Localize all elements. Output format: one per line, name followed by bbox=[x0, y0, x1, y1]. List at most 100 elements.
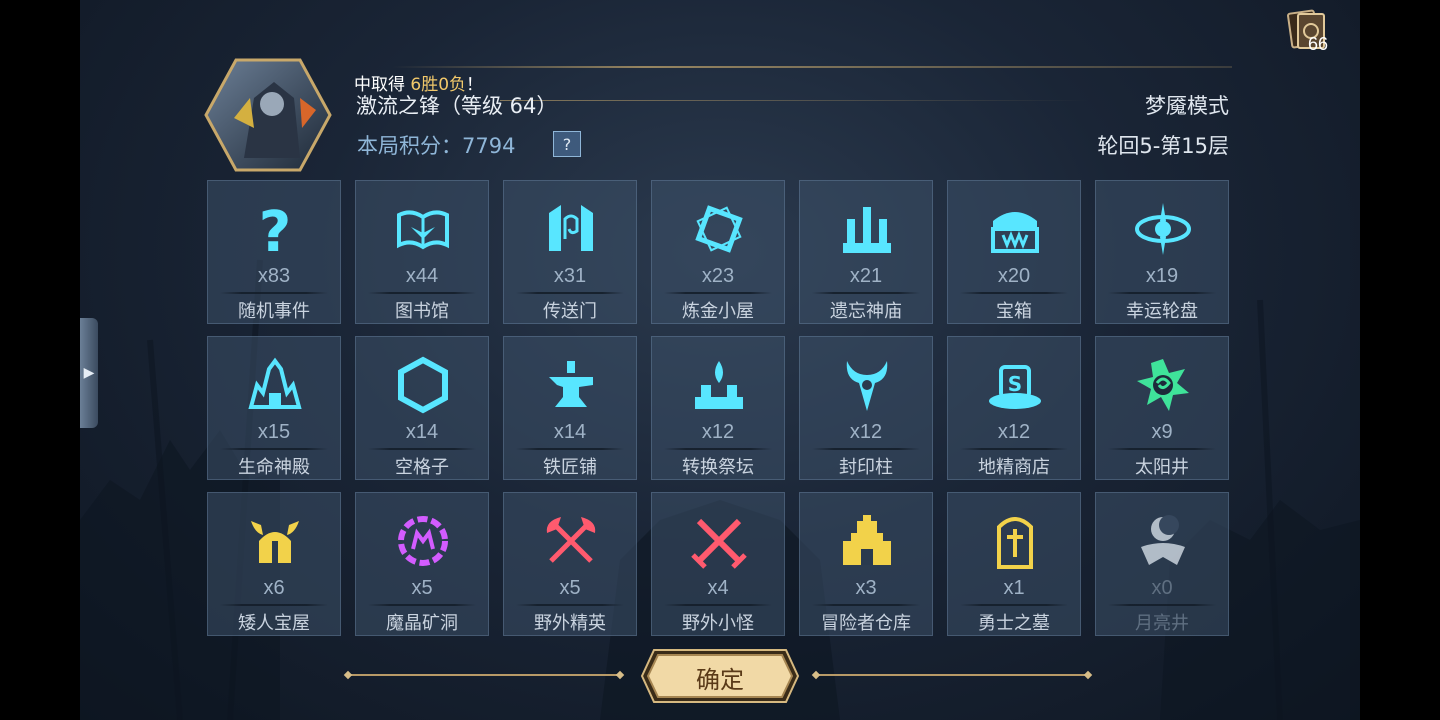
card-divider bbox=[812, 604, 920, 606]
event-card[interactable]: x44 图书馆 bbox=[355, 180, 489, 324]
event-count: x14 bbox=[553, 421, 587, 443]
footer-line-left bbox=[348, 674, 620, 676]
event-label: 空格子 bbox=[395, 457, 449, 478]
card-divider bbox=[368, 448, 476, 450]
hero-portrait[interactable] bbox=[204, 58, 332, 172]
event-stats-grid: ? x83 随机事件 x44 图书馆 x31 传送门 x23 炼金小屋 x21 遗忘神庙 x20 宝箱 x… bbox=[207, 180, 1229, 636]
event-count: x12 bbox=[849, 421, 883, 443]
event-card[interactable]: x4 野外小怪 bbox=[651, 492, 785, 636]
hero-name: 激流之锋（等级 64） bbox=[356, 94, 558, 118]
event-label: 宝箱 bbox=[996, 301, 1032, 322]
event-count: x19 bbox=[1145, 265, 1179, 287]
confirm-label: 确定 bbox=[696, 666, 744, 694]
event-card[interactable]: x1 勇士之墓 bbox=[947, 492, 1081, 636]
event-card[interactable]: x9 太阳井 bbox=[1095, 336, 1229, 480]
card-divider bbox=[368, 604, 476, 606]
sun-well-icon bbox=[1137, 359, 1189, 411]
life-shrine-icon bbox=[248, 357, 302, 409]
event-label: 遗忘神庙 bbox=[830, 301, 902, 322]
event-count: x5 bbox=[411, 577, 433, 599]
event-count: x44 bbox=[405, 265, 439, 287]
event-count: x1 bbox=[1003, 577, 1025, 599]
event-card[interactable]: x12 转换祭坛 bbox=[651, 336, 785, 480]
event-label: 炼金小屋 bbox=[682, 301, 754, 322]
event-label: 魔晶矿洞 bbox=[386, 613, 458, 634]
magic-crystal-icon bbox=[398, 516, 448, 566]
event-card[interactable]: x21 遗忘神庙 bbox=[799, 180, 933, 324]
alchemy-diamond-icon bbox=[695, 205, 743, 253]
event-card[interactable]: x15 生命神殿 bbox=[207, 336, 341, 480]
event-card[interactable]: x5 魔晶矿洞 bbox=[355, 492, 489, 636]
event-label: 地精商店 bbox=[978, 457, 1050, 478]
event-label: 野外精英 bbox=[534, 613, 606, 634]
event-count: x12 bbox=[701, 421, 735, 443]
portal-gate-icon bbox=[549, 205, 593, 251]
event-card[interactable]: x12 封印柱 bbox=[799, 336, 933, 480]
card-divider bbox=[516, 604, 624, 606]
event-card[interactable]: x14 空格子 bbox=[355, 336, 489, 480]
score-value: 7794 bbox=[462, 134, 516, 158]
chevron-right-icon: ▶ bbox=[83, 365, 95, 381]
svg-text:?: ? bbox=[259, 200, 291, 259]
card-divider bbox=[960, 292, 1068, 294]
anvil-icon bbox=[549, 361, 593, 407]
event-card[interactable]: x19 幸运轮盘 bbox=[1095, 180, 1229, 324]
event-label: 月亮井 bbox=[1135, 613, 1189, 634]
event-count: x23 bbox=[701, 265, 735, 287]
event-card[interactable]: ? x83 随机事件 bbox=[207, 180, 341, 324]
event-card[interactable]: Sx12 地精商店 bbox=[947, 336, 1081, 480]
seal-pillar-icon bbox=[846, 361, 888, 411]
game-screen: ▶ 66 中取得 6胜0负！ 激流之锋（等级 64） 本局积分：7794 ? 梦… bbox=[80, 0, 1360, 720]
event-card[interactable]: x6 矮人宝屋 bbox=[207, 492, 341, 636]
card-divider bbox=[960, 604, 1068, 606]
card-divider bbox=[960, 448, 1068, 450]
header-divider bbox=[392, 66, 1232, 68]
event-count: x9 bbox=[1151, 421, 1173, 443]
card-divider bbox=[1108, 604, 1216, 606]
event-card[interactable]: x0 月亮井 bbox=[1095, 492, 1229, 636]
event-label: 生命神殿 bbox=[238, 457, 310, 478]
event-label: 太阳井 bbox=[1135, 457, 1189, 478]
event-card[interactable]: x5 野外精英 bbox=[503, 492, 637, 636]
crossed-axes-icon bbox=[546, 517, 596, 563]
open-book-icon bbox=[397, 210, 449, 250]
confirm-button[interactable]: 确定 bbox=[640, 648, 800, 704]
event-count: x6 bbox=[263, 577, 285, 599]
card-divider bbox=[664, 292, 772, 294]
event-label: 随机事件 bbox=[238, 301, 310, 322]
event-count: x4 bbox=[707, 577, 729, 599]
card-divider bbox=[812, 292, 920, 294]
event-card[interactable]: x31 传送门 bbox=[503, 180, 637, 324]
event-card[interactable]: x20 宝箱 bbox=[947, 180, 1081, 324]
goblin-shop-icon: S bbox=[989, 365, 1041, 409]
score-label: 本局积分： bbox=[357, 134, 462, 158]
card-divider bbox=[664, 604, 772, 606]
event-label: 勇士之墓 bbox=[978, 613, 1050, 634]
card-divider bbox=[516, 448, 624, 450]
event-count: x3 bbox=[855, 577, 877, 599]
lucky-wheel-icon bbox=[1135, 203, 1191, 255]
footer-line-right bbox=[816, 674, 1088, 676]
event-card[interactable]: x14 铁匠铺 bbox=[503, 336, 637, 480]
event-count: x20 bbox=[997, 265, 1031, 287]
event-label: 封印柱 bbox=[839, 457, 893, 478]
event-card[interactable]: x23 炼金小屋 bbox=[651, 180, 785, 324]
dwarf-helmet-icon bbox=[251, 521, 299, 563]
altar-icon bbox=[695, 361, 743, 409]
card-divider bbox=[220, 292, 328, 294]
event-label: 冒险者仓库 bbox=[821, 613, 911, 634]
event-count: x15 bbox=[257, 421, 291, 443]
score-help-button[interactable]: ? bbox=[553, 131, 581, 157]
side-drawer-tab[interactable]: ▶ bbox=[80, 318, 98, 428]
event-label: 转换祭坛 bbox=[682, 457, 754, 478]
event-card[interactable]: x3 冒险者仓库 bbox=[799, 492, 933, 636]
deck-count: 66 bbox=[1308, 34, 1329, 54]
card-divider bbox=[220, 448, 328, 450]
event-label: 野外小怪 bbox=[682, 613, 754, 634]
event-count: x0 bbox=[1151, 577, 1173, 599]
tombstone-icon bbox=[997, 517, 1033, 569]
event-count: x31 bbox=[553, 265, 587, 287]
game-mode: 梦魇模式 bbox=[1145, 94, 1229, 118]
event-label: 传送门 bbox=[543, 301, 597, 322]
card-divider bbox=[1108, 292, 1216, 294]
